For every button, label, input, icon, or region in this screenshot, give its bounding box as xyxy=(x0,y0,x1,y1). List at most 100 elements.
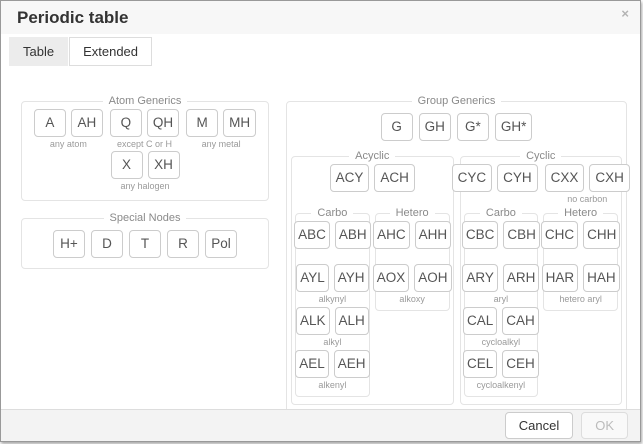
button-group: CBC CBH xyxy=(462,221,540,262)
button-ah[interactable]: AH xyxy=(71,109,103,137)
button-a[interactable]: A xyxy=(34,109,66,137)
button-pol[interactable]: Pol xyxy=(205,230,237,258)
cyclic-top-row: CYC CYH CXX CXH no carbon xyxy=(464,164,619,205)
button-chh[interactable]: CHH xyxy=(583,221,620,249)
group-caption: cycloalkyl xyxy=(482,336,521,348)
group-generics-legend: Group Generics xyxy=(412,95,502,107)
button-group-alkenyl: AEL AEH alkenyl xyxy=(295,350,369,391)
group-caption: alkoxy xyxy=(399,293,425,305)
button-t[interactable]: T xyxy=(129,230,161,258)
button-chc[interactable]: CHC xyxy=(541,221,578,249)
button-cyh[interactable]: CYH xyxy=(497,164,538,192)
group-caption: hetero aryl xyxy=(559,293,602,305)
acyclic-legend: Acyclic xyxy=(349,150,395,162)
atom-generics-row-1: A AH any atom Q QH except C or H xyxy=(26,109,264,150)
cyclic-hetero-legend: Hetero xyxy=(558,207,603,219)
acyclic-carbo-fieldset: Carbo ABC ABH AYL xyxy=(295,207,370,397)
button-gh[interactable]: GH xyxy=(419,113,451,141)
button-h-plus[interactable]: H+ xyxy=(53,230,85,258)
group-caption: no carbon xyxy=(567,193,607,205)
button-ary[interactable]: ARY xyxy=(462,264,498,292)
button-ach[interactable]: ACH xyxy=(374,164,415,192)
button-xh[interactable]: XH xyxy=(148,151,180,179)
special-nodes-fieldset: Special Nodes H+ D T R Pol xyxy=(21,212,269,269)
button-x[interactable]: X xyxy=(111,151,143,179)
button-ayl[interactable]: AYL xyxy=(296,264,329,292)
button-abc[interactable]: ABC xyxy=(294,221,330,249)
special-nodes-row: H+ D T R Pol xyxy=(26,226,264,260)
button-g-star[interactable]: G* xyxy=(457,113,489,141)
group-caption: alkenyl xyxy=(318,379,346,391)
acyclic-hetero-legend: Hetero xyxy=(390,207,435,219)
button-cxh[interactable]: CXH xyxy=(589,164,630,192)
button-m[interactable]: M xyxy=(186,109,218,137)
button-cah[interactable]: CAH xyxy=(502,307,539,335)
button-group-hetero-aryl: HAR HAH hetero aryl xyxy=(542,264,620,305)
button-d[interactable]: D xyxy=(91,230,123,258)
group-caption: aryl xyxy=(494,293,509,305)
dialog-content: Atom Generics A AH any atom Q QH xyxy=(1,66,640,409)
dialog-header: Periodic table × xyxy=(1,1,640,34)
group-caption: any halogen xyxy=(120,180,169,192)
button-aeh[interactable]: AEH xyxy=(334,350,370,378)
button-g[interactable]: G xyxy=(381,113,413,141)
button-gh-star[interactable]: GH* xyxy=(495,113,533,141)
button-r[interactable]: R xyxy=(167,230,199,258)
cyclic-carbo-fieldset: Carbo CBC CBH ARY xyxy=(464,207,539,397)
dialog-footer: Cancel OK xyxy=(1,409,640,441)
button-group-any-atom: A AH any atom xyxy=(34,109,103,150)
button-hah[interactable]: HAH xyxy=(583,264,620,292)
group-caption: except C or H xyxy=(117,138,172,150)
cyclic-carbo-legend: Carbo xyxy=(480,207,522,219)
button-cbh[interactable]: CBH xyxy=(503,221,540,249)
button-ahh[interactable]: AHH xyxy=(415,221,452,249)
cyclic-legend: Cyclic xyxy=(520,150,561,162)
tab-table[interactable]: Table xyxy=(9,37,68,66)
button-har[interactable]: HAR xyxy=(542,264,579,292)
button-cyc[interactable]: CYC xyxy=(452,164,493,192)
cyclic-subgroups: Carbo CBC CBH ARY xyxy=(464,207,619,397)
group-caption: any atom xyxy=(50,138,87,150)
cyclic-fieldset: Cyclic CYC CYH CXX CXH xyxy=(460,150,623,405)
button-mh[interactable]: MH xyxy=(223,109,256,137)
button-group-no-carbon: CXX CXH no carbon xyxy=(545,164,630,205)
button-group-any-halogen: X XH any halogen xyxy=(111,151,180,192)
group-generics-row: G GH G* GH* xyxy=(291,113,622,141)
button-group-aryl: ARY ARH aryl xyxy=(462,264,539,305)
button-group: ABC ABH xyxy=(294,221,371,262)
button-qh[interactable]: QH xyxy=(147,109,179,137)
cancel-button[interactable]: Cancel xyxy=(505,412,573,439)
button-group: AHC AHH xyxy=(373,221,451,262)
button-ceh[interactable]: CEH xyxy=(502,350,539,378)
special-nodes-legend: Special Nodes xyxy=(104,212,187,224)
button-alk[interactable]: ALK xyxy=(296,307,330,335)
button-group-acyclic: ACY ACH xyxy=(330,164,415,205)
button-cal[interactable]: CAL xyxy=(463,307,497,335)
tab-extended[interactable]: Extended xyxy=(69,37,152,66)
button-cbc[interactable]: CBC xyxy=(462,221,499,249)
button-aox[interactable]: AOX xyxy=(373,264,410,292)
button-group-cycloalkyl: CAL CAH cycloalkyl xyxy=(463,307,539,348)
button-group-alkyl: ALK ALH alkyl xyxy=(296,307,369,348)
button-ayh[interactable]: AYH xyxy=(334,264,369,292)
periodic-table-dialog: Periodic table × TableExtended Atom Gene… xyxy=(0,0,641,442)
button-ael[interactable]: AEL xyxy=(295,350,329,378)
acyclic-carbo-legend: Carbo xyxy=(311,207,353,219)
button-alh[interactable]: ALH xyxy=(335,307,369,335)
button-group: CHC CHH xyxy=(541,221,621,262)
button-arh[interactable]: ARH xyxy=(503,264,540,292)
button-ahc[interactable]: AHC xyxy=(373,221,410,249)
ok-button[interactable]: OK xyxy=(581,412,628,439)
close-icon[interactable]: × xyxy=(621,7,629,20)
button-cxx[interactable]: CXX xyxy=(545,164,585,192)
button-abh[interactable]: ABH xyxy=(335,221,371,249)
atom-generics-legend: Atom Generics xyxy=(103,95,188,107)
button-q[interactable]: Q xyxy=(110,109,142,137)
button-cel[interactable]: CEL xyxy=(463,350,497,378)
group-caption: alkynyl xyxy=(319,293,347,305)
acyclic-fieldset: Acyclic ACY ACH Carbo xyxy=(291,150,454,405)
cyclic-hetero-fieldset: Hetero CHC CHH HAR xyxy=(543,207,618,311)
button-aoh[interactable]: AOH xyxy=(414,264,451,292)
button-acy[interactable]: ACY xyxy=(330,164,370,192)
group-caption: cycloalkenyl xyxy=(477,379,526,391)
